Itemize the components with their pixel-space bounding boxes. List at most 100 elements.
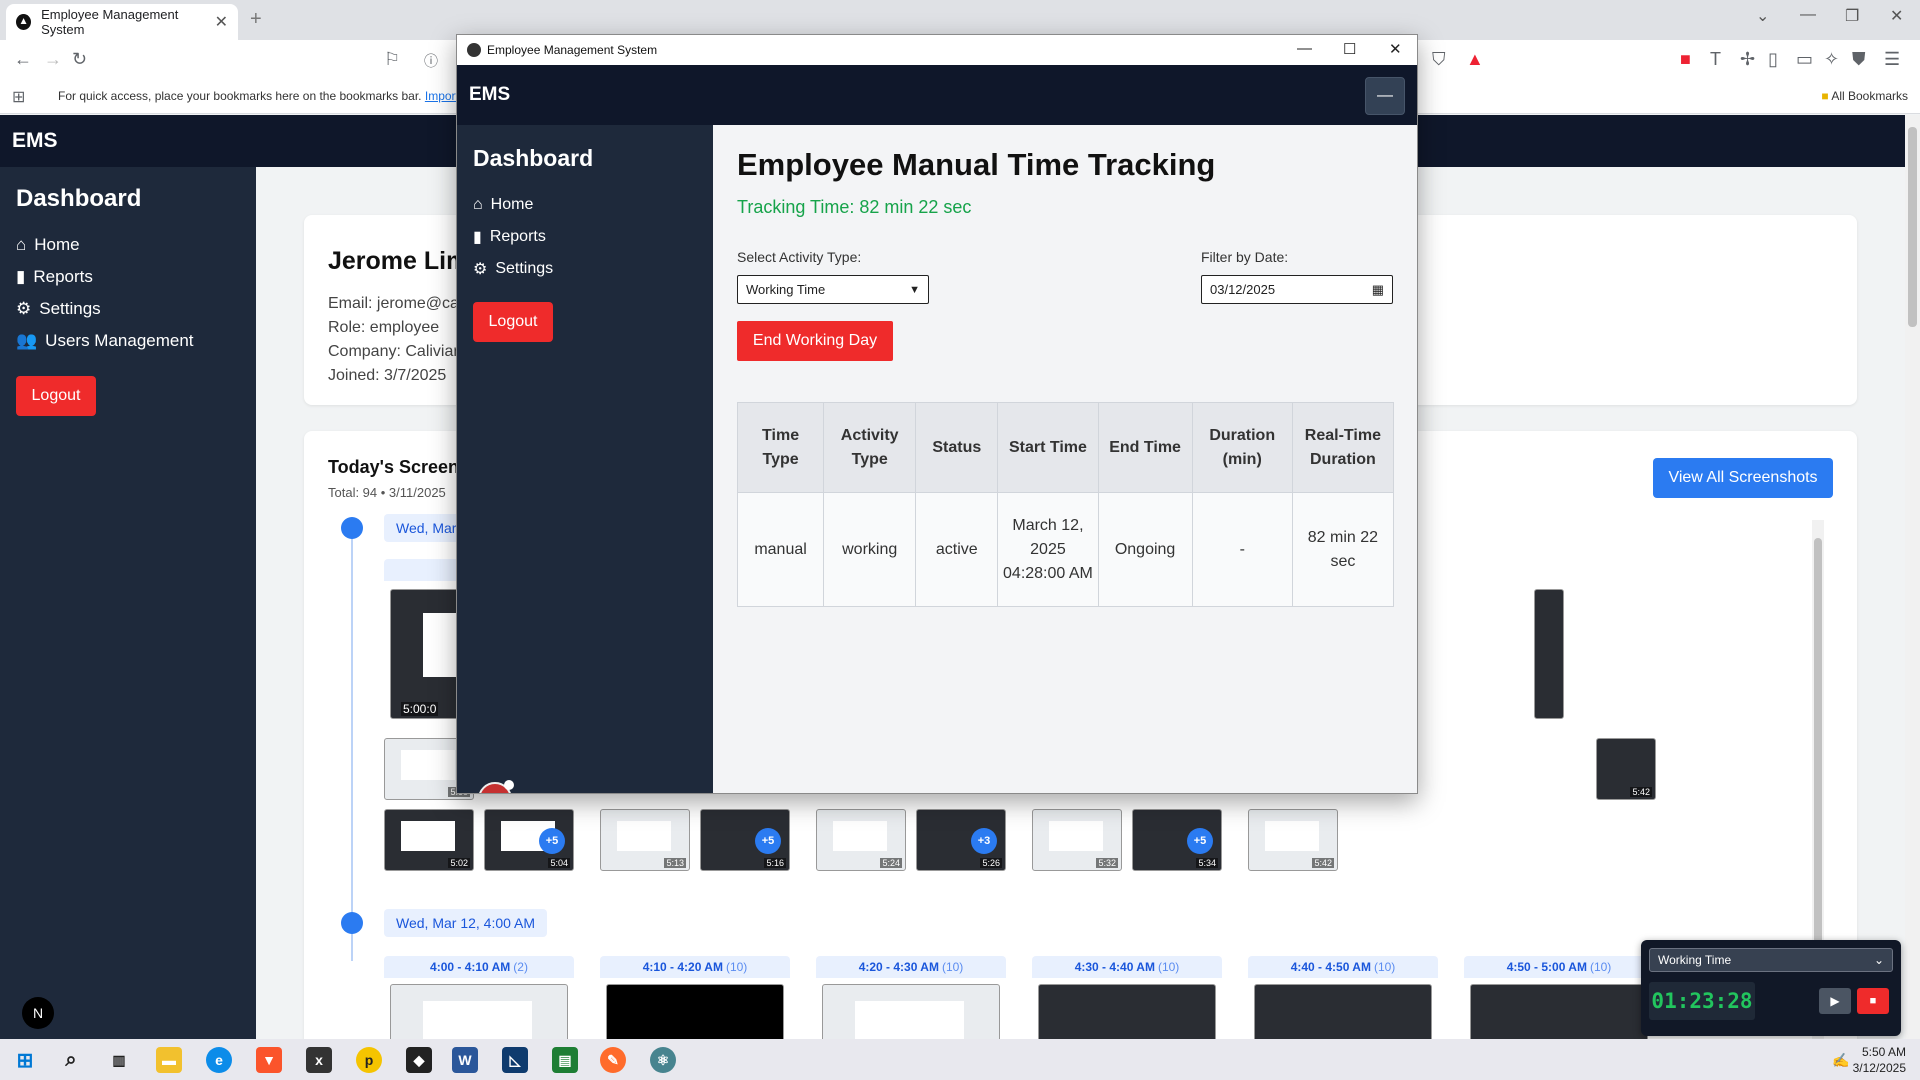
screenshot-thumbnail[interactable]: 5:24	[816, 809, 906, 871]
avatar[interactable]: N	[478, 780, 514, 793]
page-nav-reports[interactable]: ▮ Reports	[16, 261, 194, 293]
page-scrollbar-thumb[interactable]	[1908, 127, 1917, 327]
page-nav-users[interactable]: 👥 Users Management	[16, 325, 194, 357]
menu-toggle-button[interactable]: —	[1365, 77, 1405, 115]
app-icon[interactable]: ◆	[406, 1047, 432, 1073]
close-tab-icon[interactable]: ✕	[215, 12, 228, 32]
page-logout-button[interactable]: Logout	[16, 376, 96, 416]
app-favicon-icon: ▲	[16, 14, 32, 30]
timer-activity-select[interactable]: Working Time ⌄	[1649, 948, 1893, 972]
extension-icon[interactable]: ■	[1680, 49, 1691, 70]
page-nav-settings[interactable]: ⚙ Settings	[16, 293, 194, 325]
windows-start-icon[interactable]: ⊞	[12, 1047, 38, 1073]
more-screenshots-badge[interactable]: +5	[539, 828, 565, 854]
screenshot-thumbnail[interactable]	[606, 984, 784, 1039]
page-sidebar-title: Dashboard	[16, 185, 142, 212]
thumbnail-time: 5:00:0	[401, 702, 439, 716]
screenshot-thumbnail[interactable]	[390, 984, 568, 1039]
filter-date-input[interactable]: 03/12/2025 ▦	[1201, 275, 1393, 304]
view-all-screenshots-button[interactable]: View All Screenshots	[1653, 458, 1833, 498]
screenshots-scrollbar-thumb[interactable]	[1814, 538, 1822, 948]
edge-icon[interactable]: e	[206, 1047, 232, 1073]
translate-icon[interactable]: T	[1710, 49, 1721, 70]
screenshot-thumbnail[interactable]: 5:13	[600, 809, 690, 871]
screenshot-thumbnail[interactable]: +5 5:04	[484, 809, 574, 871]
leo-icon[interactable]: ✧	[1824, 49, 1839, 70]
app-icon[interactable]: ◺	[502, 1047, 528, 1073]
excel-icon[interactable]: ▤	[552, 1047, 578, 1073]
browser-tab[interactable]: ▲ Employee Management System ✕	[6, 4, 238, 40]
stop-button[interactable]: ■	[1857, 988, 1889, 1014]
screenshot-thumbnail[interactable]	[1534, 589, 1564, 719]
screenshot-thumbnail[interactable]	[1254, 984, 1432, 1039]
search-icon[interactable]: ⌕	[58, 1047, 84, 1073]
app-icon[interactable]: x	[306, 1047, 332, 1073]
screenshot-thumbnail[interactable]: +5 5:34	[1132, 809, 1222, 871]
screenshot-thumbnail[interactable]: 5:42	[1596, 738, 1656, 800]
brave-rewards-icon[interactable]: ▲	[1466, 49, 1484, 70]
restore-icon[interactable]: ❐	[1845, 6, 1859, 26]
screenshot-thumbnail[interactable]: +5 5:16	[700, 809, 790, 871]
app-icon[interactable]: p	[356, 1047, 382, 1073]
close-window-icon[interactable]: ✕	[1890, 6, 1903, 26]
screenshot-thumbnail[interactable]	[1470, 984, 1648, 1039]
back-icon[interactable]: ←	[14, 49, 32, 70]
play-button[interactable]: ▶	[1819, 988, 1851, 1014]
minimize-icon[interactable]: —	[1297, 40, 1312, 57]
time-tracking-table: Time Type Activity Type Status Start Tim…	[736, 402, 1395, 607]
screenshot-thumbnail[interactable]: 5:32	[1032, 809, 1122, 871]
system-clock[interactable]: 5:50 AM 3/12/2025	[1853, 1044, 1906, 1076]
maximize-icon[interactable]: ☐	[1343, 40, 1356, 58]
activity-type-select[interactable]: Working Time ▼	[737, 275, 929, 304]
next-dev-badge[interactable]: N	[22, 997, 54, 1029]
all-bookmarks[interactable]: ■ All Bookmarks	[1821, 89, 1908, 103]
tab-list-icon[interactable]: ⌄	[1756, 6, 1769, 26]
more-screenshots-badge[interactable]: +5	[755, 828, 781, 854]
page-nav-home[interactable]: ⌂ Home	[16, 229, 194, 261]
calendar-icon[interactable]: ▦	[1372, 282, 1384, 298]
word-icon[interactable]: W	[452, 1047, 478, 1073]
group-range: 4:40 - 4:50 AM	[1290, 960, 1371, 974]
reload-icon[interactable]: ↻	[72, 49, 87, 70]
vpn-icon[interactable]: ⛊	[1852, 49, 1866, 70]
thumbnail-window	[400, 820, 456, 851]
screenshot-thumbnail[interactable]: 5:02	[384, 809, 474, 871]
wallet-icon[interactable]: ▭	[1796, 49, 1813, 70]
site-info-icon[interactable]: ⓘ	[424, 51, 438, 71]
postman-icon[interactable]: ✎	[600, 1047, 626, 1073]
app-nav-reports[interactable]: ▮ Reports	[473, 221, 553, 253]
screenshot-thumbnail[interactable]	[822, 984, 1000, 1039]
activity-type-label: Select Activity Type:	[737, 249, 862, 265]
brave-icon[interactable]: ▼	[256, 1047, 282, 1073]
bookmark-icon[interactable]: ⚐	[384, 49, 400, 70]
screenshot-group-header: 4:50 - 5:00 AM (10)	[1464, 956, 1654, 978]
brave-shield-icon[interactable]: ⛉	[1432, 49, 1446, 70]
import-bookmarks-link[interactable]: Import	[425, 89, 459, 103]
screenshot-thumbnail[interactable]: +3 5:26	[916, 809, 1006, 871]
thumbnail-time: 5:32	[1096, 858, 1118, 868]
more-screenshots-badge[interactable]: +3	[971, 828, 997, 854]
extensions-icon[interactable]: ✢	[1740, 49, 1755, 70]
end-working-day-button[interactable]: End Working Day	[737, 321, 893, 361]
file-explorer-icon[interactable]: ▬	[156, 1047, 182, 1073]
page-scrollbar[interactable]	[1905, 115, 1920, 1039]
screenshot-thumbnail[interactable]	[1038, 984, 1216, 1039]
app-logout-button[interactable]: Logout	[473, 302, 553, 342]
apps-grid-icon[interactable]: ⊞	[12, 87, 25, 107]
electron-icon[interactable]: ⚛	[650, 1047, 676, 1073]
more-screenshots-badge[interactable]: +5	[1187, 828, 1213, 854]
screenshot-thumbnail[interactable]: 5:42	[1248, 809, 1338, 871]
minimize-icon[interactable]: —	[1800, 6, 1816, 24]
timeline-dot	[341, 517, 363, 539]
close-window-icon[interactable]: ✕	[1389, 40, 1402, 58]
clock-date: 3/12/2025	[1852, 1061, 1906, 1075]
new-tab-icon[interactable]: +	[250, 8, 262, 31]
app-nav-settings[interactable]: ⚙ Settings	[473, 253, 553, 285]
pen-icon[interactable]: ✍	[1828, 1047, 1854, 1073]
task-view-icon[interactable]: ▥	[106, 1047, 132, 1073]
app-nav-home[interactable]: ⌂ Home	[473, 189, 553, 221]
menu-icon: —	[1377, 87, 1393, 104]
menu-icon[interactable]: ☰	[1884, 49, 1900, 70]
forward-icon[interactable]: →	[44, 49, 62, 70]
sidebar-icon[interactable]: ▯	[1768, 49, 1778, 70]
